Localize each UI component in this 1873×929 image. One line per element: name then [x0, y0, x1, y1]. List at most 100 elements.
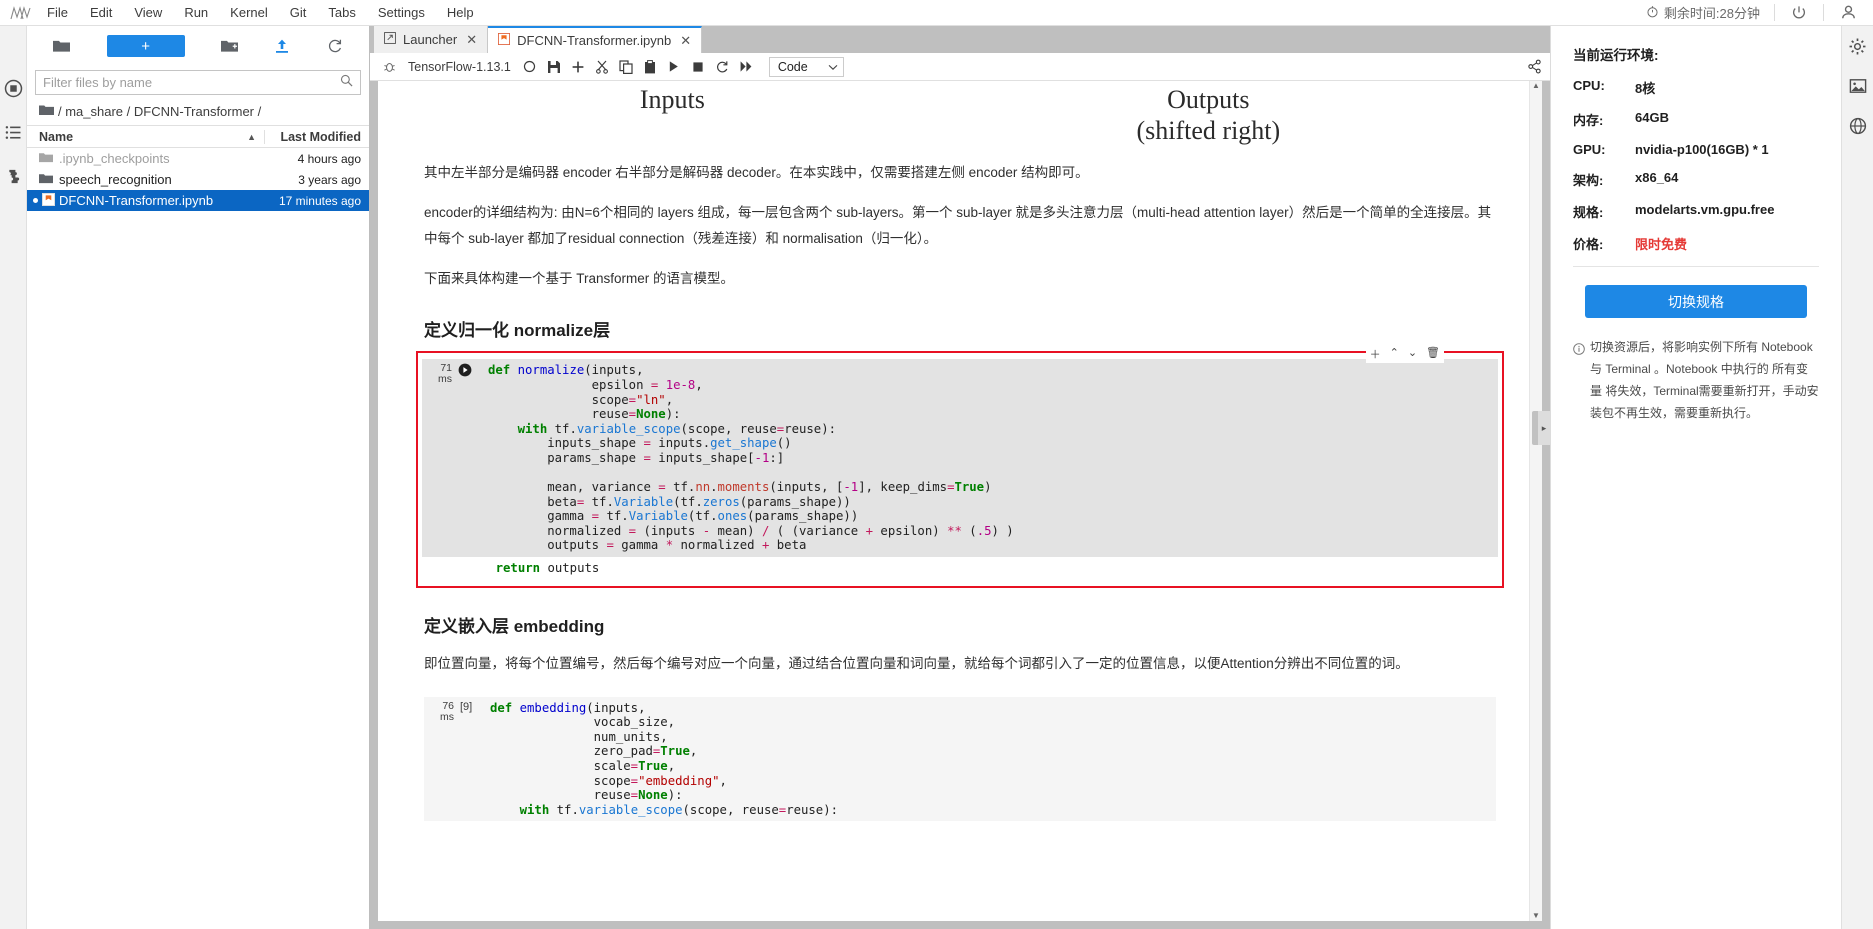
sidebar-item-running-list-icon[interactable]	[3, 122, 23, 142]
menu-tabs[interactable]: Tabs	[317, 2, 366, 23]
menu-settings[interactable]: Settings	[367, 2, 436, 23]
cell-exec-count: [9]	[460, 700, 473, 713]
transformer-diagram: Inputs Outputs (shifted right)	[424, 81, 1496, 146]
environment-panel: 当前运行环境: CPU: 8核 内存: 64GB GPU: nvidia-p10…	[1550, 26, 1841, 929]
run-cell-icon[interactable]	[663, 56, 685, 78]
env-row-flavor: 规格: modelarts.vm.gpu.free	[1573, 202, 1819, 221]
cell-exec-time: 71 ms	[438, 362, 452, 386]
scroll-up-arrow-icon[interactable]: ▲	[1530, 81, 1542, 90]
refresh-icon[interactable]	[327, 38, 343, 54]
breadcrumb-folder-icon	[39, 104, 54, 119]
cell-toolbar: ＋ ⌃ ⌄ 🗑	[1365, 345, 1444, 364]
list-item[interactable]: speech_recognition 3 years ago	[27, 169, 369, 190]
sidebar-item-extensions-icon[interactable]	[3, 166, 23, 186]
menu-git[interactable]: Git	[279, 2, 318, 23]
new-launcher-button[interactable]: +	[106, 35, 185, 57]
env-value: modelarts.vm.gpu.free	[1635, 202, 1775, 217]
env-key: 价格:	[1573, 237, 1604, 252]
close-icon[interactable]: ✕	[466, 32, 477, 48]
env-value: 8核	[1635, 81, 1656, 96]
delete-cell-icon[interactable]: 🗑	[1426, 346, 1440, 362]
power-icon[interactable]	[1775, 5, 1823, 21]
filter-files-field[interactable]	[35, 70, 361, 95]
search-icon	[340, 74, 353, 92]
environment-panel-title: 当前运行环境:	[1573, 48, 1659, 63]
cell-exec-time: 76 ms	[440, 699, 454, 723]
env-row-price: 价格: 限时免费	[1573, 234, 1819, 253]
stop-kernel-icon[interactable]	[687, 56, 709, 78]
list-item[interactable]: .ipynb_checkpoints 4 hours ago	[27, 148, 369, 169]
env-row-cpu: CPU: 8核	[1573, 78, 1819, 97]
folder-icon[interactable]	[53, 39, 71, 53]
chevron-down-icon	[828, 60, 838, 74]
move-cell-down-icon[interactable]: ⌄	[1408, 346, 1417, 362]
menu-view[interactable]: View	[123, 2, 173, 23]
menu-run[interactable]: Run	[173, 2, 219, 23]
upload-icon[interactable]	[274, 38, 290, 54]
cell-prompt: 71 ms	[422, 359, 480, 558]
column-header-name[interactable]: Name ▲	[27, 130, 264, 144]
breadcrumb[interactable]: / ma_share / DFCNN-Transformer /	[27, 101, 369, 125]
notebook-content: Inputs Outputs (shifted right) 其中左半部分是编码…	[378, 81, 1542, 921]
env-row-memory: 内存: 64GB	[1573, 110, 1819, 129]
tab-notebook[interactable]: DFCNN-Transformer.ipynb ✕	[488, 26, 703, 53]
cell-type-value: Code	[777, 59, 808, 74]
image-gallery-icon[interactable]	[1848, 76, 1868, 96]
debug-icon[interactable]	[378, 56, 400, 78]
cut-icon[interactable]	[591, 56, 613, 78]
insert-cell-icon[interactable]: ＋	[1370, 346, 1381, 362]
env-value: 64GB	[1635, 110, 1669, 125]
environment-note-text: 切换资源后，将影响实例下所有 Notebook 与 Terminal 。Note…	[1590, 340, 1819, 420]
environment-note: 切换资源后，将影响实例下所有 Notebook 与 Terminal 。Note…	[1573, 336, 1819, 424]
file-browser-toolbar: +	[27, 26, 369, 66]
move-cell-up-icon[interactable]: ⌃	[1390, 346, 1399, 362]
user-account-icon[interactable]	[1824, 4, 1873, 21]
restart-kernel-icon[interactable]	[711, 56, 733, 78]
folder-icon	[39, 172, 53, 187]
code-editor-embedding[interactable]: def embedding(inputs, vocab_size, num_un…	[482, 696, 1496, 822]
markdown-paragraph: encoder的详细结构为: 由N=6个相同的 layers 组成，每一层包含两…	[424, 205, 1492, 247]
panel-expand-handle[interactable]: ▸	[1538, 411, 1550, 445]
share-icon[interactable]	[1527, 59, 1542, 74]
new-folder-icon[interactable]	[220, 39, 238, 53]
add-cell-icon[interactable]	[567, 56, 589, 78]
menu-kernel[interactable]: Kernel	[219, 2, 279, 23]
close-icon[interactable]: ✕	[680, 33, 691, 49]
menu-edit[interactable]: Edit	[79, 2, 123, 23]
menu-file[interactable]: File	[36, 2, 79, 23]
breadcrumb-path: / ma_share / DFCNN-Transformer /	[58, 104, 262, 119]
section-heading-embedding: 定义嵌入层 embedding	[424, 616, 605, 636]
env-key: GPU:	[1573, 142, 1606, 157]
file-modified: 4 hours ago	[297, 151, 361, 166]
kernel-name-label[interactable]: TensorFlow-1.13.1	[402, 60, 517, 74]
menu-bar: File Edit View Run Kernel Git Tabs Setti…	[0, 0, 1873, 26]
file-list-header: Name ▲ Last Modified	[27, 125, 369, 148]
menu-help[interactable]: Help	[436, 2, 485, 23]
cell-type-select[interactable]: Code	[768, 56, 844, 77]
tab-bar: Launcher ✕ DFCNN-Transformer.ipynb ✕	[370, 26, 1550, 53]
code-cell-normalize[interactable]: ＋ ⌃ ⌄ 🗑 71 ms def normalize(inputs, epsi…	[416, 345, 1504, 588]
info-icon	[1573, 336, 1586, 424]
paste-icon[interactable]	[639, 56, 661, 78]
sidebar-item-record-icon[interactable]	[3, 78, 23, 98]
code-editor-normalize[interactable]: def normalize(inputs, epsilon = 1e-8, sc…	[480, 359, 1498, 558]
run-indicator-icon[interactable]	[458, 359, 480, 382]
remaining-time: 剩余时间:28分钟	[1632, 3, 1774, 22]
copy-icon[interactable]	[615, 56, 637, 78]
file-browser: + / ma_share / DFCNN-Transformer /	[27, 26, 370, 929]
diagram-label-shifted: (shifted right)	[1136, 115, 1281, 145]
env-value: x86_64	[1635, 170, 1679, 185]
code-cell-embedding[interactable]: 76 ms [9] def embedding(inputs, vocab_si…	[424, 696, 1496, 822]
tab-launcher[interactable]: Launcher ✕	[374, 26, 489, 53]
switch-flavor-button[interactable]: 切换规格	[1585, 285, 1807, 318]
search-input[interactable]	[43, 75, 340, 90]
column-header-last-modified[interactable]: Last Modified	[264, 129, 369, 144]
settings-gear-icon[interactable]	[1848, 36, 1868, 56]
notebook-scrollbar[interactable]: ▲ ▼	[1529, 81, 1542, 921]
globe-icon[interactable]	[1848, 116, 1868, 136]
scroll-down-arrow-icon[interactable]: ▼	[1530, 911, 1542, 920]
restart-and-run-all-icon[interactable]	[735, 56, 757, 78]
save-icon[interactable]	[543, 56, 565, 78]
list-item[interactable]: DFCNN-Transformer.ipynb 17 minutes ago	[27, 190, 369, 211]
code-editor-normalize-tail[interactable]: return outputs	[422, 557, 1498, 576]
